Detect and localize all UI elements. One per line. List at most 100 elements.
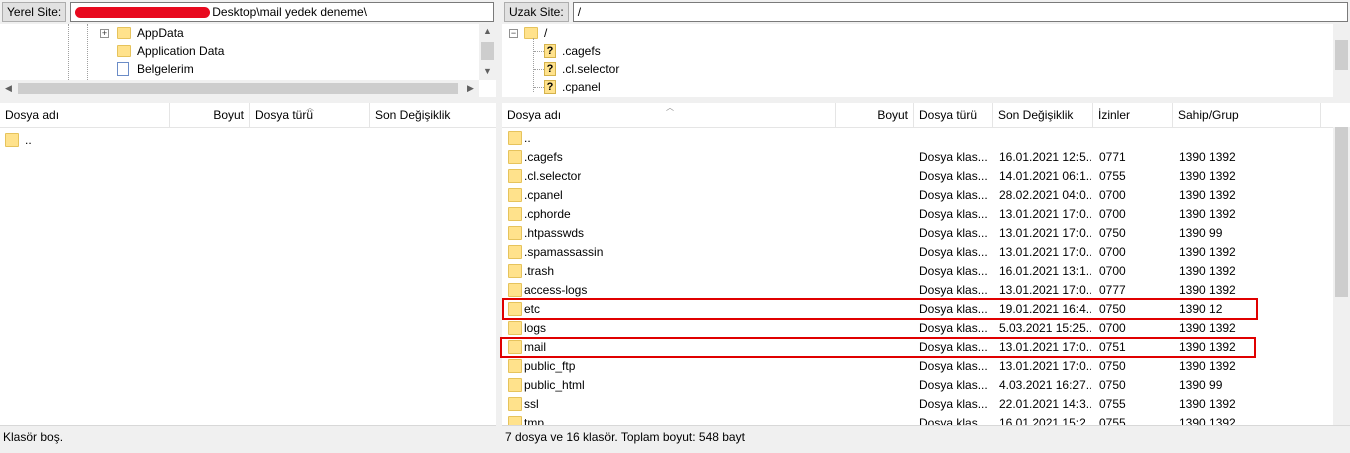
folder-icon bbox=[508, 378, 522, 392]
remote-tree-vscroll[interactable] bbox=[1333, 24, 1350, 97]
column-header-name[interactable]: Dosya adı bbox=[0, 103, 170, 127]
file-owner: 1390 1392 bbox=[1179, 169, 1236, 183]
file-owner bbox=[1179, 129, 1299, 148]
file-owner: 1390 1392 bbox=[1179, 340, 1236, 354]
vertical-splitter[interactable] bbox=[496, 0, 500, 453]
file-name: tmp bbox=[524, 416, 545, 425]
remote-file-list: Dosya adı Boyut Dosya türü Son Değişikli… bbox=[502, 103, 1350, 425]
column-header-owner[interactable]: Sahip/Grup bbox=[1173, 103, 1321, 127]
local-site-label: Yerel Site: bbox=[2, 2, 67, 22]
file-type: Dosya klas... bbox=[919, 359, 988, 373]
local-tree-vscroll[interactable]: ▲ ▼ bbox=[479, 24, 496, 80]
file-type: Dosya klas... bbox=[919, 188, 988, 202]
table-row[interactable]: mail Dosya klas... 13.01.2021 17:0... 0751 1… bbox=[502, 338, 1333, 357]
expand-icon[interactable]: + bbox=[100, 28, 109, 38]
column-header-modified[interactable]: Son Değişiklik bbox=[993, 103, 1093, 127]
file-name: public_ftp bbox=[524, 359, 576, 373]
document-icon bbox=[117, 62, 129, 76]
remote-tree-item-root[interactable]: − / bbox=[509, 24, 547, 42]
tree-guide-line bbox=[68, 24, 70, 80]
file-type: Dosya klas... bbox=[919, 321, 988, 335]
unknown-folder-icon: ? bbox=[544, 62, 556, 76]
folder-icon bbox=[117, 27, 131, 39]
file-modified: 22.01.2021 14:3... bbox=[999, 397, 1091, 411]
tree-guide-line bbox=[87, 24, 89, 80]
tree-item-label: Application Data bbox=[137, 44, 225, 58]
scroll-thumb[interactable] bbox=[1335, 40, 1348, 70]
local-status-bar: Klasör boş. bbox=[0, 425, 496, 447]
local-tree-item-application-data[interactable]: Application Data bbox=[117, 42, 224, 60]
file-modified: 13.01.2021 17:0... bbox=[999, 245, 1091, 259]
column-header-size[interactable]: Boyut bbox=[170, 103, 250, 127]
local-path-input[interactable]: Desktop\mail yedek deneme\ bbox=[70, 2, 494, 22]
table-row[interactable]: .trash Dosya klas... 16.01.2021 13:1... 070… bbox=[502, 262, 1333, 281]
file-owner: 1390 1392 bbox=[1179, 416, 1236, 425]
table-row[interactable]: .cphorde Dosya klas... 13.01.2021 17:0... 0… bbox=[502, 205, 1333, 224]
local-file-list: Dosya adı Boyut Dosya türü Son Değişikli… bbox=[0, 103, 496, 425]
scroll-thumb[interactable] bbox=[481, 42, 494, 60]
folder-icon bbox=[508, 150, 522, 164]
scroll-up-icon[interactable]: ▲ bbox=[479, 26, 496, 36]
table-row[interactable]: .cpanel Dosya klas... 28.02.2021 04:0... 07… bbox=[502, 186, 1333, 205]
table-row[interactable]: access-logs Dosya klas... 13.01.2021 17:0.… bbox=[502, 281, 1333, 300]
file-modified: 19.01.2021 16:4... bbox=[999, 302, 1091, 316]
file-perms: 0755 bbox=[1099, 169, 1126, 183]
file-modified bbox=[999, 129, 1091, 148]
table-row[interactable]: .cagefs Dosya klas... 16.01.2021 12:5... 07… bbox=[502, 148, 1333, 167]
file-type: Dosya klas... bbox=[919, 245, 988, 259]
file-owner: 1390 1392 bbox=[1179, 321, 1236, 335]
folder-icon bbox=[508, 397, 522, 411]
column-header-type[interactable]: Dosya türü bbox=[914, 103, 993, 127]
file-perms: 0750 bbox=[1099, 226, 1126, 240]
scroll-thumb[interactable] bbox=[18, 83, 458, 94]
table-row[interactable]: .. bbox=[502, 129, 1333, 148]
file-type: Dosya klas... bbox=[919, 264, 988, 278]
local-tree-hscroll[interactable]: ◀ ▶ bbox=[0, 80, 479, 97]
remote-list-vscroll[interactable] bbox=[1333, 127, 1350, 425]
folder-icon bbox=[508, 264, 522, 278]
file-perms: 0777 bbox=[1099, 283, 1126, 297]
file-perms: 0750 bbox=[1099, 302, 1126, 316]
local-tree-item-belgelerim[interactable]: Belgelerim bbox=[117, 60, 194, 78]
file-modified: 14.01.2021 06:1... bbox=[999, 169, 1091, 183]
column-header-modified[interactable]: Son Değişiklik bbox=[370, 103, 496, 127]
file-name: public_html bbox=[524, 378, 585, 392]
file-modified: 13.01.2021 17:0... bbox=[999, 226, 1091, 240]
column-header-permissions[interactable]: İzinler bbox=[1093, 103, 1173, 127]
file-perms bbox=[1099, 129, 1169, 148]
table-row[interactable]: logs Dosya klas... 5.03.2021 15:25... 0700 1… bbox=[502, 319, 1333, 338]
list-item[interactable]: .. bbox=[5, 130, 32, 149]
local-tree-item-appdata[interactable]: + AppData bbox=[100, 24, 184, 42]
remote-tree-item-cl-selector[interactable]: ? .cl.selector bbox=[534, 60, 619, 78]
remote-tree-item-cpanel[interactable]: ? .cpanel bbox=[534, 78, 601, 96]
file-modified: 13.01.2021 17:0... bbox=[999, 340, 1091, 354]
table-row[interactable]: .htpasswds Dosya klas... 13.01.2021 17:0..… bbox=[502, 224, 1333, 243]
remote-status-text: 7 dosya ve 16 klasör. Toplam boyut: 548 … bbox=[505, 430, 745, 444]
file-owner: 1390 1392 bbox=[1179, 264, 1236, 278]
file-perms: 0755 bbox=[1099, 397, 1126, 411]
table-row[interactable]: etc Dosya klas... 19.01.2021 16:4... 0750 13… bbox=[502, 300, 1333, 319]
scroll-down-icon[interactable]: ▼ bbox=[479, 66, 496, 76]
file-name: .spamassassin bbox=[524, 245, 604, 259]
scroll-right-icon[interactable]: ▶ bbox=[462, 83, 479, 94]
folder-icon bbox=[117, 45, 131, 57]
table-row[interactable]: .spamassassin Dosya klas... 13.01.2021 17:… bbox=[502, 243, 1333, 262]
file-modified: 16.01.2021 15:2... bbox=[999, 416, 1091, 425]
scroll-left-icon[interactable]: ◀ bbox=[0, 83, 17, 94]
tree-item-label: .cagefs bbox=[562, 44, 601, 58]
remote-path-input[interactable]: / bbox=[572, 2, 1348, 22]
remote-tree-item-cagefs[interactable]: ? .cagefs bbox=[534, 42, 601, 60]
collapse-icon[interactable]: − bbox=[509, 28, 518, 38]
table-row[interactable]: .cl.selector Dosya klas... 14.01.2021 06:1… bbox=[502, 167, 1333, 186]
file-owner: 1390 12 bbox=[1179, 302, 1223, 316]
remote-path-text: / bbox=[577, 5, 582, 19]
file-perms: 0700 bbox=[1099, 188, 1126, 202]
table-row[interactable]: tmp Dosya klas... 16.01.2021 15:2... 0755 13… bbox=[502, 414, 1333, 425]
table-row[interactable]: public_ftp Dosya klas... 13.01.2021 17:0..… bbox=[502, 357, 1333, 376]
table-row[interactable]: ssl Dosya klas... 22.01.2021 14:3... 0755 13… bbox=[502, 395, 1333, 414]
column-header-size[interactable]: Boyut bbox=[836, 103, 914, 127]
scroll-thumb[interactable] bbox=[1335, 127, 1348, 297]
file-owner: 1390 1392 bbox=[1179, 245, 1236, 259]
file-owner: 1390 1392 bbox=[1179, 359, 1236, 373]
table-row[interactable]: public_html Dosya klas... 4.03.2021 16:27.… bbox=[502, 376, 1333, 395]
